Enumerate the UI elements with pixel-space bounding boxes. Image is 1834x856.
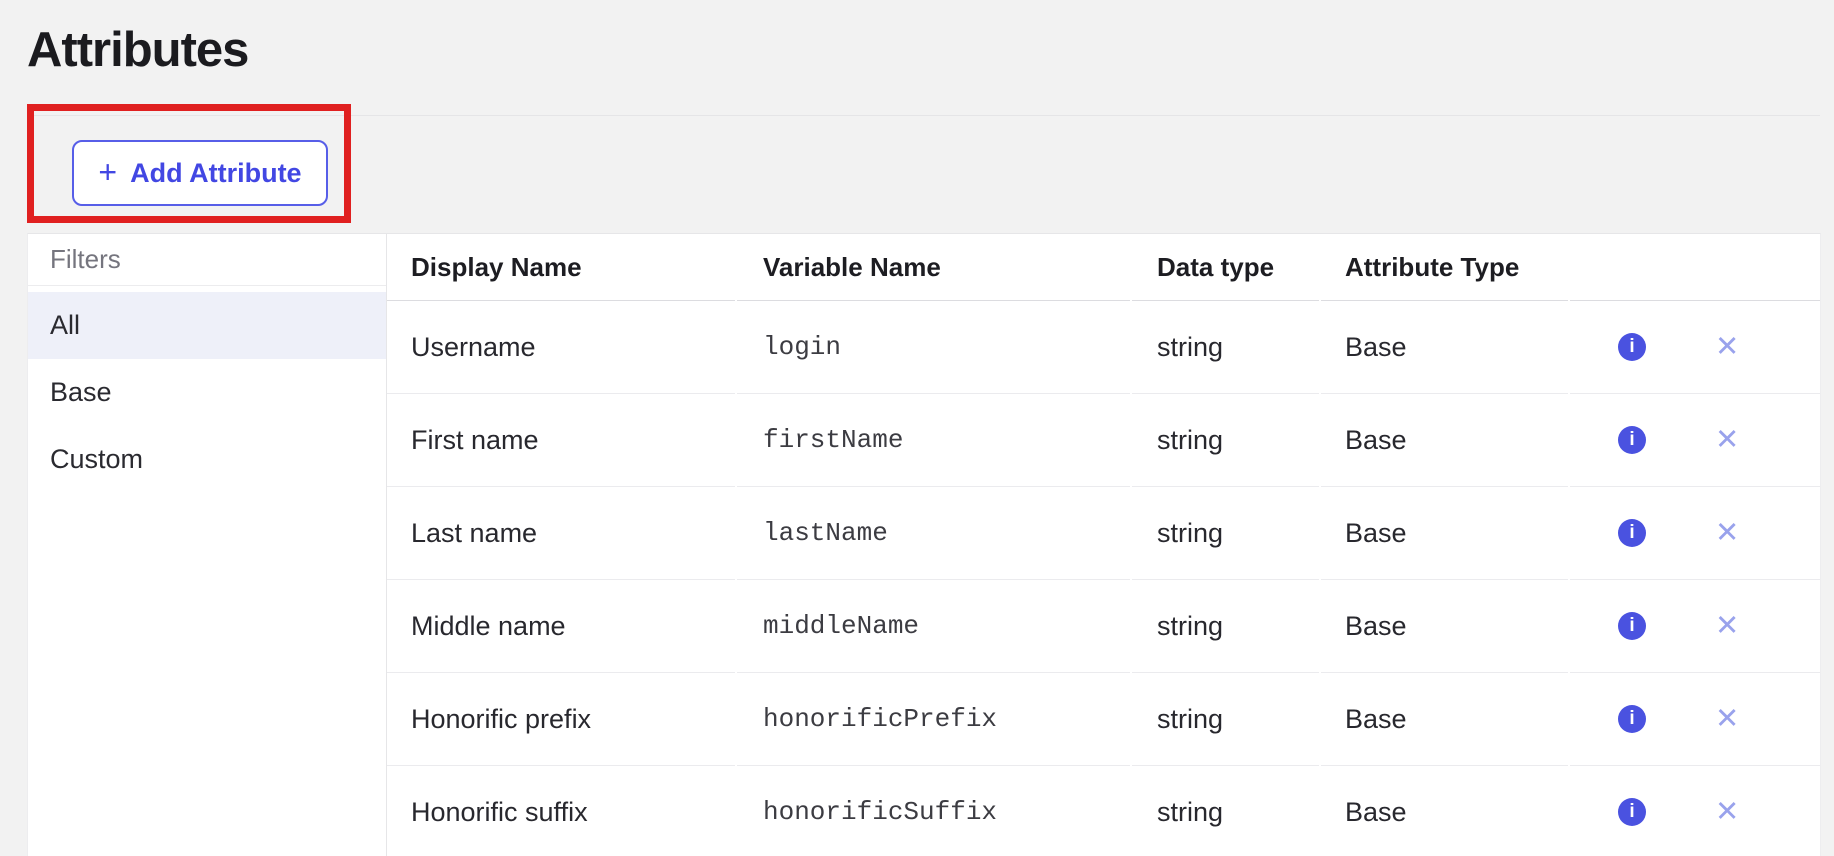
filters-sidebar: Filters All Base Custom [28, 234, 387, 856]
data-type-cell: string [1132, 301, 1319, 394]
display-name-cell: Middle name [387, 580, 735, 673]
attribute-type-cell: Base [1321, 394, 1568, 487]
info-icon[interactable]: i [1618, 798, 1646, 826]
close-icon[interactable]: ✕ [1715, 612, 1739, 641]
row-actions-cell: i ✕ [1570, 301, 1820, 394]
header-divider [30, 115, 1820, 116]
row-actions-cell: i ✕ [1570, 394, 1820, 487]
plus-icon: + [98, 156, 117, 188]
column-header-display-name: Display Name [387, 234, 735, 301]
attribute-type-cell: Base [1321, 673, 1568, 766]
attribute-type-cell: Base [1321, 580, 1568, 673]
display-name-cell: Honorific suffix [387, 766, 735, 856]
info-icon[interactable]: i [1618, 705, 1646, 733]
content-panels: Filters All Base Custom Display Name Var… [27, 233, 1821, 856]
filters-header: Filters [28, 234, 386, 286]
attribute-type-cell: Base [1321, 766, 1568, 856]
page-title: Attributes [27, 22, 248, 78]
column-header-attribute-type: Attribute Type [1321, 234, 1568, 301]
display-name-cell: First name [387, 394, 735, 487]
filter-list: All Base Custom [28, 286, 386, 493]
variable-name-cell: middleName [737, 580, 1130, 673]
add-attribute-button[interactable]: + Add Attribute [72, 140, 328, 206]
variable-name-cell: honorificSuffix [737, 766, 1130, 856]
attributes-table: Display Name Variable Name Data type Att… [387, 234, 1820, 856]
info-icon[interactable]: i [1618, 519, 1646, 547]
column-header-variable-name: Variable Name [737, 234, 1130, 301]
column-header-data-type: Data type [1132, 234, 1319, 301]
sidebar-item-base[interactable]: Base [28, 359, 386, 426]
table-row: Honorific suffix honorificSuffix string … [387, 766, 1820, 856]
variable-name-cell: honorificPrefix [737, 673, 1130, 766]
variable-name-cell: login [737, 301, 1130, 394]
close-icon[interactable]: ✕ [1715, 705, 1739, 734]
sidebar-item-all[interactable]: All [28, 292, 386, 359]
display-name-cell: Last name [387, 487, 735, 580]
data-type-cell: string [1132, 766, 1319, 856]
row-actions-cell: i ✕ [1570, 673, 1820, 766]
add-attribute-button-label: Add Attribute [130, 158, 301, 189]
close-icon[interactable]: ✕ [1715, 426, 1739, 455]
sidebar-item-custom[interactable]: Custom [28, 426, 386, 493]
info-icon[interactable]: i [1618, 426, 1646, 454]
info-icon[interactable]: i [1618, 612, 1646, 640]
info-icon[interactable]: i [1618, 333, 1646, 361]
table-header-row: Display Name Variable Name Data type Att… [387, 234, 1820, 301]
close-icon[interactable]: ✕ [1715, 519, 1739, 548]
display-name-cell: Honorific prefix [387, 673, 735, 766]
attribute-type-cell: Base [1321, 487, 1568, 580]
data-type-cell: string [1132, 580, 1319, 673]
column-header-actions [1570, 234, 1820, 301]
variable-name-cell: firstName [737, 394, 1130, 487]
row-actions-cell: i ✕ [1570, 487, 1820, 580]
data-type-cell: string [1132, 487, 1319, 580]
table-row: Middle name middleName string Base i ✕ [387, 580, 1820, 673]
row-actions-cell: i ✕ [1570, 766, 1820, 856]
close-icon[interactable]: ✕ [1715, 333, 1739, 362]
table-row: Last name lastName string Base i ✕ [387, 487, 1820, 580]
variable-name-cell: lastName [737, 487, 1130, 580]
table-row: Honorific prefix honorificPrefix string … [387, 673, 1820, 766]
row-actions-cell: i ✕ [1570, 580, 1820, 673]
data-type-cell: string [1132, 394, 1319, 487]
attribute-type-cell: Base [1321, 301, 1568, 394]
close-icon[interactable]: ✕ [1715, 798, 1739, 827]
table-row: First name firstName string Base i ✕ [387, 394, 1820, 487]
data-type-cell: string [1132, 673, 1319, 766]
display-name-cell: Username [387, 301, 735, 394]
table-row: Username login string Base i ✕ [387, 301, 1820, 394]
